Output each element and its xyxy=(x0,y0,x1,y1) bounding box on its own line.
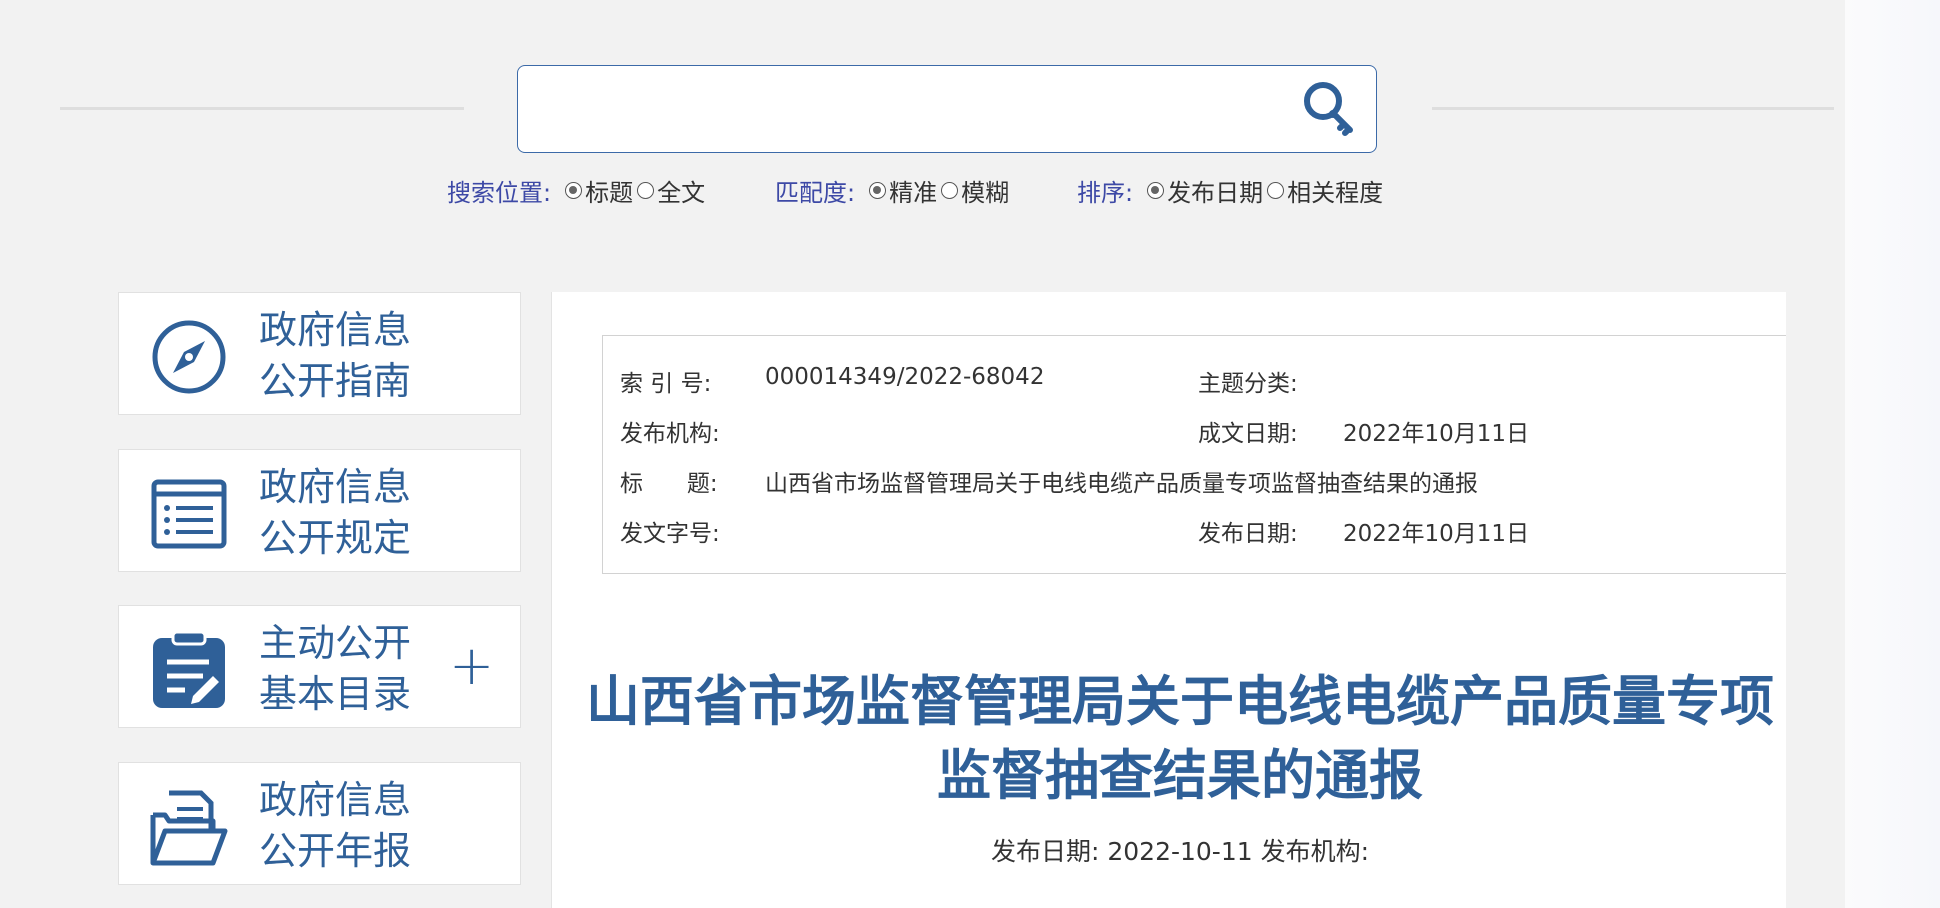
sidebar-item-label: 主动公开 基本目录 xyxy=(259,618,411,720)
compass-icon xyxy=(152,320,226,394)
created-date-label: 成文日期: xyxy=(1198,421,1298,447)
radio-circle xyxy=(941,181,959,199)
publishing-org-label: 发布机构: xyxy=(620,421,720,447)
radio-fulltext[interactable]: 全文 xyxy=(637,173,705,208)
match-label: 匹配度: xyxy=(775,178,856,207)
radio-fuzzy[interactable]: 模糊 xyxy=(941,173,1009,208)
document-title-line2: 监督抽查结果的通报 xyxy=(937,744,1423,807)
document-number-label: 发文字号: xyxy=(620,521,720,547)
sidebar-label-line2: 公开指南 xyxy=(259,359,412,403)
radio-fulltext-label: 全文 xyxy=(657,178,706,207)
sidebar-label-line2: 公开年报 xyxy=(259,829,412,873)
radio-fuzzy-label: 模糊 xyxy=(961,178,1010,207)
publish-date-value: 2022年10月11日 xyxy=(1343,521,1530,547)
sort-options: 排序: 发布日期 相关程度 xyxy=(1077,173,1387,208)
radio-publish-date-label: 发布日期 xyxy=(1167,178,1264,207)
sidebar-item-label: 政府信息 公开年报 xyxy=(259,775,411,877)
index-number-label: 索 引 号: xyxy=(620,371,712,397)
sidebar-label-line1: 政府信息 xyxy=(259,778,412,822)
folder-document-icon xyxy=(150,790,228,866)
search-key-icon xyxy=(1304,82,1353,136)
radio-circle xyxy=(637,181,655,199)
clipboard-edit-icon xyxy=(153,630,225,708)
sort-label: 排序: xyxy=(1077,178,1134,207)
match-options: 匹配度: 精准 模糊 xyxy=(775,173,1013,208)
document-title: 山西省市场监督管理局关于电线电缆产品质量专项 监督抽查结果的通报 xyxy=(580,665,1780,813)
created-date-value: 2022年10月11日 xyxy=(1343,421,1530,447)
radio-exact-label: 精准 xyxy=(889,178,938,207)
sidebar-item-regulations[interactable]: 政府信息 公开规定 xyxy=(118,449,521,572)
expand-plus-icon[interactable]: + xyxy=(449,636,494,696)
sidebar-label-line1: 主动公开 xyxy=(259,621,412,665)
sidebar-label-line1: 政府信息 xyxy=(259,308,412,352)
radio-circle xyxy=(1267,181,1285,199)
topic-category-label: 主题分类: xyxy=(1198,371,1298,397)
sidebar-item-catalog[interactable]: 主动公开 基本目录 + xyxy=(118,605,521,728)
search-position-label: 搜索位置: xyxy=(447,178,552,207)
radio-relevance[interactable]: 相关程度 xyxy=(1267,173,1383,208)
radio-publish-date[interactable]: 发布日期 xyxy=(1147,173,1263,208)
radio-circle-checked xyxy=(565,181,583,199)
document-publish-info: 发布日期: 2022-10-11 发布机构: xyxy=(990,837,1370,866)
sidebar-item-label: 政府信息 公开指南 xyxy=(259,305,411,407)
sidebar-item-guide[interactable]: 政府信息 公开指南 xyxy=(118,292,521,415)
index-number-value: 000014349/2022-68042 xyxy=(765,364,1045,390)
search-bar xyxy=(517,65,1377,153)
search-divider-left xyxy=(60,107,464,110)
document-metadata-table: 索 引 号: 000014349/2022-68042 主题分类: 发布机构: … xyxy=(602,335,1786,574)
sidebar-label-line2: 公开规定 xyxy=(259,516,412,560)
sidebar-item-annual-report[interactable]: 政府信息 公开年报 xyxy=(118,762,521,885)
radio-exact[interactable]: 精准 xyxy=(869,173,937,208)
publish-date-label: 发布日期: xyxy=(1198,521,1298,547)
list-document-icon xyxy=(151,479,227,549)
radio-circle-checked xyxy=(1147,181,1165,199)
radio-title-label: 标题 xyxy=(585,178,634,207)
right-background-panel xyxy=(1845,0,1940,908)
title-value: 山西省市场监督管理局关于电线电缆产品质量专项监督抽查结果的通报 xyxy=(765,471,1478,497)
search-divider-right xyxy=(1432,107,1834,110)
sidebar-label-line2: 基本目录 xyxy=(259,672,412,716)
search-input[interactable] xyxy=(532,76,1292,142)
sidebar-item-label: 政府信息 公开规定 xyxy=(259,462,411,564)
radio-relevance-label: 相关程度 xyxy=(1287,178,1384,207)
title-label: 标 题: xyxy=(620,471,718,497)
document-title-line1: 山西省市场监督管理局关于电线电缆产品质量专项 xyxy=(586,670,1774,733)
radio-circle-checked xyxy=(869,181,887,199)
sidebar-label-line1: 政府信息 xyxy=(259,465,412,509)
radio-title[interactable]: 标题 xyxy=(565,173,633,208)
search-button[interactable] xyxy=(1300,78,1358,140)
search-position-options: 搜索位置: 标题 全文 xyxy=(447,173,709,208)
